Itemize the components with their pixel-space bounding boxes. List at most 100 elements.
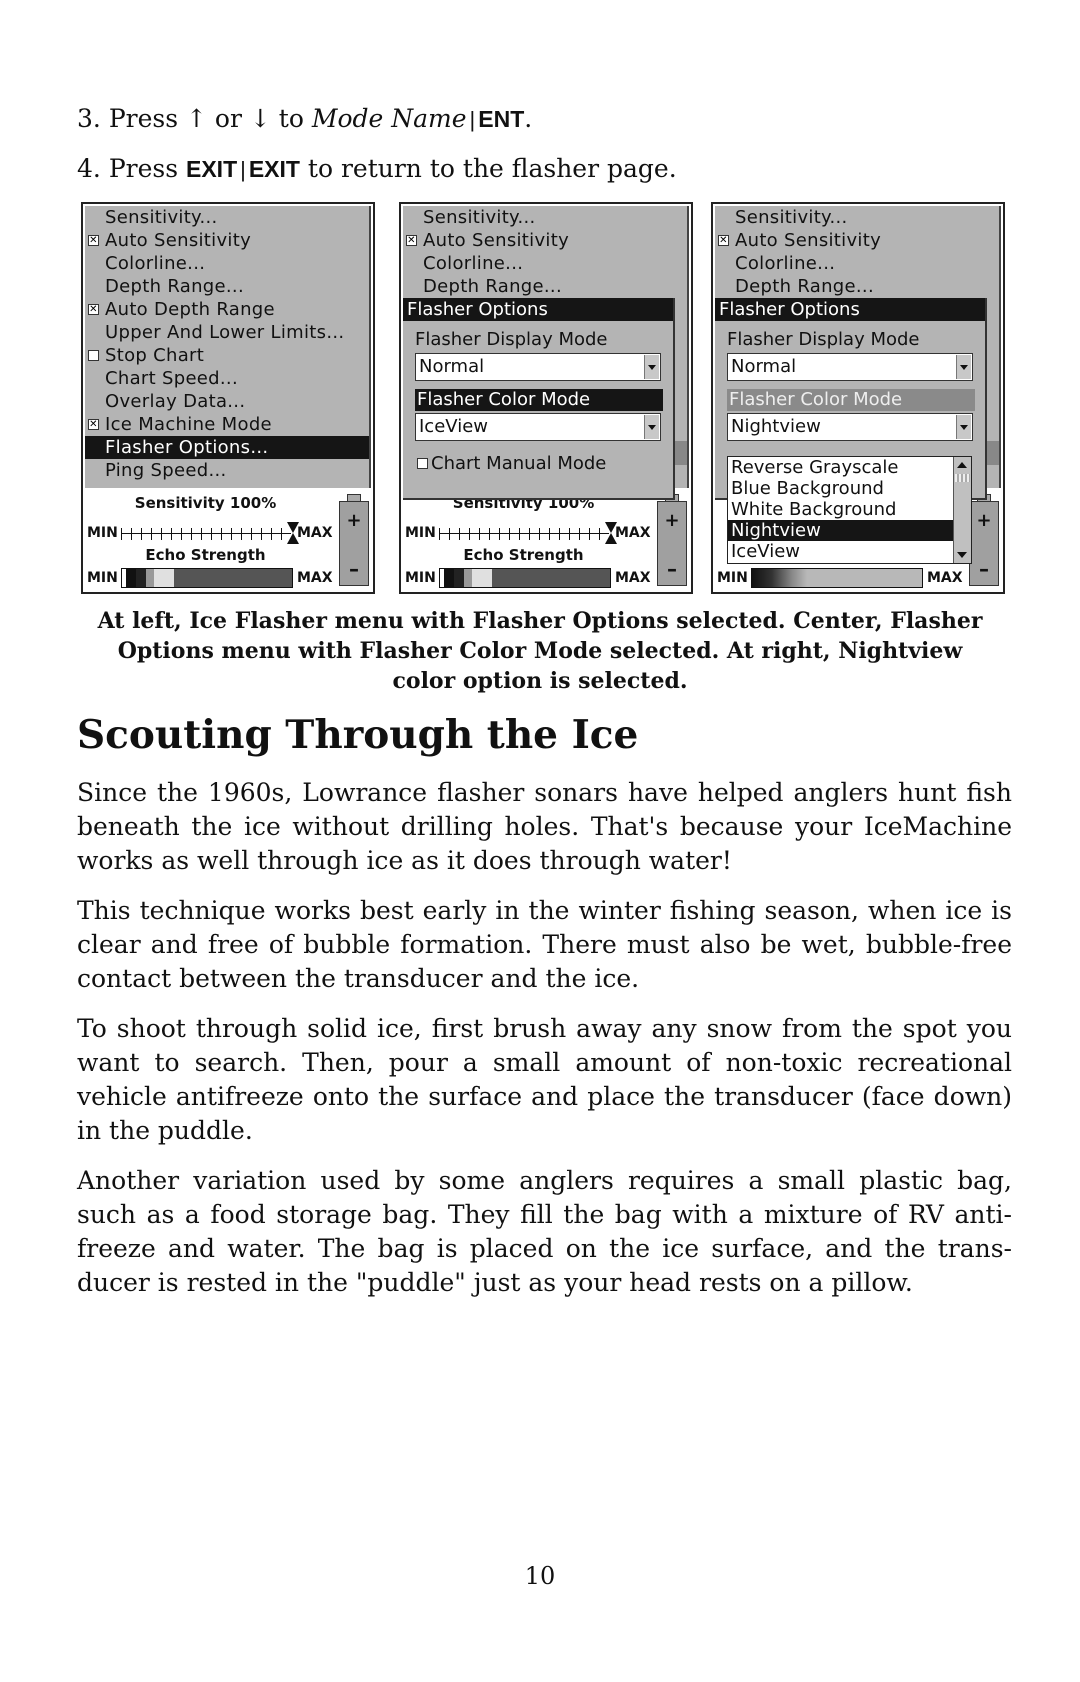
display-mode-label: Flasher Display Mode [727, 329, 920, 350]
menu-item-depth-range[interactable]: Depth Range... [85, 275, 369, 298]
menu-item-colorline[interactable]: Colorline... [403, 252, 687, 275]
max-label: MAX [297, 570, 333, 586]
checkbox-unchecked-icon[interactable] [88, 350, 99, 361]
step-target: Mode Name [311, 104, 467, 133]
echo-strength-label: Echo Strength [463, 546, 584, 564]
menu-item-overlay-data[interactable]: Overlay Data... [85, 390, 369, 413]
checkbox-unchecked-icon[interactable] [417, 458, 428, 469]
scroll-thumb[interactable] [955, 474, 970, 482]
menu-item-depth-range[interactable]: Depth Range... [403, 275, 687, 298]
checkbox-checked-icon[interactable]: ✕ [88, 235, 99, 246]
color-mode-select[interactable]: Nightview [727, 413, 973, 441]
menu-item-label: Colorline... [423, 253, 524, 274]
menu-item-label: Sensitivity... [105, 207, 218, 228]
sensitivity-panel: Sensitivity 100% MIN MAX Echo Strength M… [401, 488, 691, 592]
menu-item-label: Colorline... [735, 253, 836, 274]
up-arrow-icon: ↑ [186, 104, 207, 133]
scroll-down-icon[interactable] [957, 552, 967, 558]
step-text: Press [108, 154, 179, 183]
menu-item-sensitivity[interactable]: Sensitivity... [403, 206, 687, 229]
step-text: Press [108, 104, 179, 133]
plus-icon[interactable]: + [970, 510, 998, 531]
chart-manual-mode-checkbox[interactable]: Chart Manual Mode [403, 453, 673, 475]
checkbox-checked-icon[interactable]: ✕ [406, 235, 417, 246]
menu-item-chart-speed[interactable]: Chart Speed... [85, 367, 369, 390]
menu-item-label: Overlay Data... [105, 391, 246, 412]
scrollbar[interactable] [953, 457, 971, 563]
select-value: IceView [419, 416, 488, 437]
echo-strength-bar [121, 568, 293, 588]
dropdown-arrow-icon[interactable] [644, 415, 659, 439]
flasher-options-dialog: Flasher Options Flasher Display Mode Nor… [403, 298, 675, 500]
option-reverse-grayscale[interactable]: Reverse Grayscale [728, 457, 953, 478]
color-mode-label[interactable]: Flasher Color Mode [727, 389, 975, 411]
scroll-up-icon[interactable] [957, 462, 967, 468]
checkbox-checked-icon[interactable]: ✕ [88, 419, 99, 430]
paragraph: This technique works best early in the w… [77, 896, 1012, 993]
menu-item-stop-chart[interactable]: Stop Chart [85, 344, 369, 367]
screen-right: Sensitivity... ✕ Auto Sensitivity Colorli… [711, 202, 1005, 594]
menu-item-auto-depth-range[interactable]: ✕ Auto Depth Range [85, 298, 369, 321]
color-mode-select[interactable]: IceView [415, 413, 661, 441]
min-label: MIN [717, 570, 748, 586]
menu-item-label: Depth Range... [105, 276, 244, 297]
sensitivity-slider[interactable] [439, 528, 609, 540]
option-white-background[interactable]: White Background [728, 499, 953, 520]
color-mode-label[interactable]: Flasher Color Mode [415, 389, 663, 411]
dropdown-arrow-icon[interactable] [956, 415, 971, 439]
step-number: 3. [77, 104, 101, 133]
ice-flasher-menu: Sensitivity... ✕ Auto Sensitivity Colorli… [85, 206, 371, 492]
menu-item-ice-machine-mode[interactable]: ✕ Ice Machine Mode [85, 413, 369, 436]
step-text: . [524, 104, 533, 133]
menu-item-label: Upper And Lower Limits... [105, 322, 345, 343]
menu-item-colorline[interactable]: Colorline... [85, 252, 369, 275]
plus-icon[interactable]: + [658, 510, 686, 531]
dropdown-arrow-icon[interactable] [956, 355, 971, 379]
display-mode-select[interactable]: Normal [727, 353, 973, 381]
menu-item-ping-speed[interactable]: Ping Speed... [85, 459, 369, 482]
menu-item-label: Auto Sensitivity [735, 230, 882, 251]
menu-item-label: Ice Machine Mode [105, 414, 272, 435]
option-iceview[interactable]: IceView [728, 541, 953, 562]
step-text: to return to the flasher page. [307, 154, 677, 183]
menu-item-label: Depth Range... [735, 276, 874, 297]
paragraph: Since the 1960s, Lowrance flasher sonars… [77, 778, 1012, 875]
menu-item-flasher-options[interactable]: Flasher Options... [85, 436, 369, 459]
menu-item-colorline[interactable]: Colorline... [715, 252, 999, 275]
dialog-title: Flasher Options [403, 298, 673, 321]
menu-item-sensitivity[interactable]: Sensitivity... [85, 206, 369, 229]
minus-icon[interactable]: – [340, 557, 368, 581]
display-mode-select[interactable]: Normal [415, 353, 661, 381]
figure-caption: At left, Ice Flasher menu with Flasher O… [97, 608, 983, 694]
checkbox-checked-icon[interactable]: ✕ [88, 304, 99, 315]
select-value: Normal [419, 356, 485, 377]
option-blue-background[interactable]: Blue Background [728, 478, 953, 499]
step-3: 3. Press ↑ or ↓ to Mode Name | ENT. [77, 104, 532, 135]
max-label: MAX [297, 525, 333, 541]
echo-strength-bar [751, 568, 923, 588]
plus-icon[interactable]: + [340, 510, 368, 531]
screen-center: Sensitivity... ✕ Auto Sensitivity Colorli… [399, 202, 693, 594]
sensitivity-slider[interactable] [121, 528, 291, 540]
option-nightview[interactable]: Nightview [728, 520, 953, 541]
step-number: 4. [77, 154, 101, 183]
down-arrow-icon: ↓ [249, 104, 271, 133]
max-label: MAX [615, 525, 651, 541]
dropdown-arrow-icon[interactable] [644, 355, 659, 379]
key-exit: EXIT [248, 156, 300, 182]
minus-icon[interactable]: – [970, 557, 998, 581]
menu-item-sensitivity[interactable]: Sensitivity... [715, 206, 999, 229]
checkbox-label: Chart Manual Mode [431, 453, 607, 474]
min-label: MIN [87, 525, 118, 541]
paragraph: To shoot through solid ice, first brush … [77, 1014, 1012, 1145]
battery-body: + – [969, 501, 999, 586]
menu-item-auto-sensitivity[interactable]: ✕ Auto Sensitivity [715, 229, 999, 252]
checkbox-checked-icon[interactable]: ✕ [718, 235, 729, 246]
menu-item-upper-lower-limits[interactable]: Upper And Lower Limits... [85, 321, 369, 344]
step-text: or [214, 104, 242, 133]
minus-icon[interactable]: – [658, 557, 686, 581]
echo-strength-bar [439, 568, 611, 588]
menu-item-auto-sensitivity[interactable]: ✕ Auto Sensitivity [85, 229, 369, 252]
menu-item-depth-range[interactable]: Depth Range... [715, 275, 999, 298]
menu-item-auto-sensitivity[interactable]: ✕ Auto Sensitivity [403, 229, 687, 252]
